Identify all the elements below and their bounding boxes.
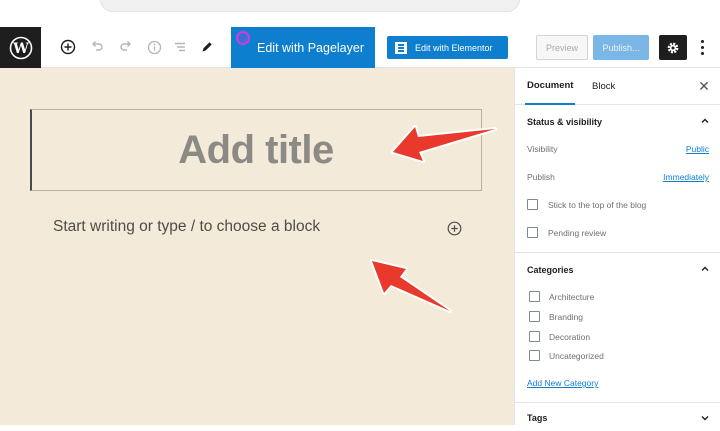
category-checkbox-branding[interactable] [529,311,540,322]
category-checkbox-uncategorized[interactable] [529,350,540,361]
visibility-value-link[interactable]: Public [686,144,709,154]
publish-label: Publish [527,172,555,182]
chevron-down-icon [701,416,709,421]
pending-review-checkbox[interactable] [527,227,538,238]
editor-toolbar: W Edit with Pagelayer Edit with Elemento… [0,27,720,68]
sticky-checkbox[interactable] [527,199,538,210]
tab-block[interactable]: Block [592,68,615,105]
divider [515,252,720,253]
tags-toggle[interactable]: Tags [515,405,720,431]
category-label: Decoration [549,332,591,342]
red-arrow-to-title-icon [391,125,497,163]
redo-icon[interactable] [117,38,135,56]
gear-icon[interactable] [659,35,687,60]
preview-button[interactable]: Preview [536,35,588,60]
list-view-icon[interactable] [171,38,189,56]
info-icon[interactable] [145,38,163,56]
svg-text:W: W [12,41,29,57]
sidebar-tabs: Document Block ✕ [515,68,720,105]
category-label: Uncategorized [549,351,604,361]
categories-heading: Categories [527,265,574,275]
chevron-up-icon [701,118,709,123]
block-placeholder[interactable]: Start writing or type / to choose a bloc… [53,218,320,236]
sticky-label: Stick to the top of the blog [548,200,647,210]
tab-document[interactable]: Document [525,68,576,105]
divider [515,402,720,403]
status-visibility-toggle[interactable]: Status & visibility [515,107,720,137]
address-bar [100,0,520,12]
category-checkbox-decoration[interactable] [529,331,540,342]
add-new-category-link[interactable]: Add New Category [527,378,598,388]
categories-toggle[interactable]: Categories [515,255,720,285]
red-arrow-to-block-icon [370,259,452,313]
pending-review-label: Pending review [548,228,607,238]
edit-with-pagelayer-button[interactable]: Edit with Pagelayer [231,27,375,68]
elementor-logo-icon [395,41,407,54]
tools-pencil-icon[interactable] [198,38,216,56]
undo-icon[interactable] [88,38,106,56]
pagelayer-button-label: Edit with Pagelayer [257,40,365,55]
elementor-button-label: Edit with Elementor [415,42,493,53]
category-checkbox-architecture[interactable] [529,291,540,302]
close-icon[interactable]: ✕ [697,79,711,93]
add-block-icon[interactable] [59,38,77,56]
status-visibility-heading: Status & visibility [527,117,603,127]
browser-top-strip [0,0,720,27]
wordpress-logo-icon[interactable]: W [0,27,41,68]
pagelayer-logo-icon [236,31,250,45]
editor-canvas: Add title Start writing or type / to cho… [0,68,514,425]
inline-add-block-icon[interactable] [447,221,462,236]
more-vertical-icon[interactable] [694,36,710,59]
category-label: Branding [549,312,584,322]
visibility-label: Visibility [527,144,558,154]
settings-sidebar: Document Block ✕ Status & visibility Vis… [514,68,720,425]
edit-with-elementor-button[interactable]: Edit with Elementor [387,36,508,59]
category-label: Architecture [549,292,595,302]
publish-date-link[interactable]: Immediately [663,172,709,182]
tags-heading: Tags [527,413,548,423]
publish-button[interactable]: Publish... [593,35,649,60]
chevron-up-icon [701,266,709,271]
